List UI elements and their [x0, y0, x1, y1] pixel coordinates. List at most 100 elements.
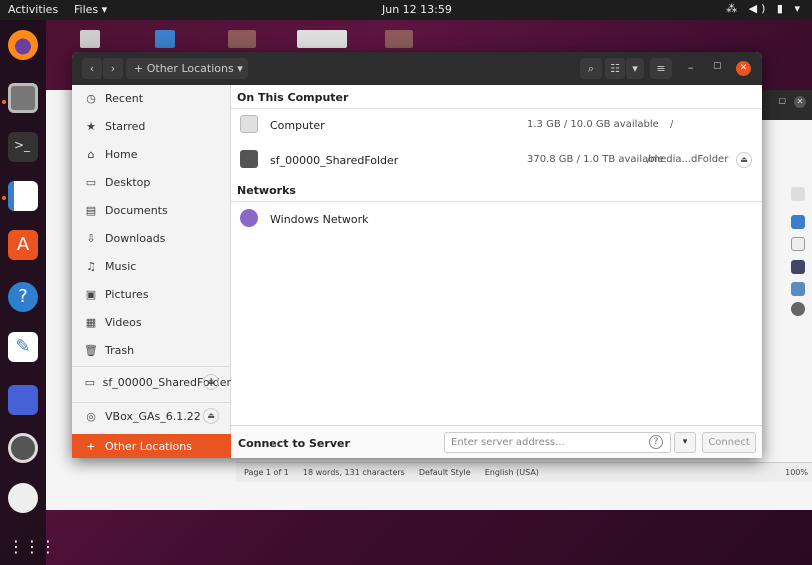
- sidebar-item-pictures[interactable]: ▣ Pictures: [72, 281, 231, 307]
- window-thumbnail: [385, 30, 413, 48]
- sidebar-item-starred[interactable]: ★ Starred: [72, 113, 231, 139]
- location-row[interactable]: Computer 1.3 GB / 10.0 GB available /: [231, 110, 762, 140]
- maximize-icon[interactable]: ▢: [713, 61, 722, 71]
- text-editor-icon[interactable]: ✎: [8, 332, 38, 362]
- files-headerbar: ‹ › + Other Locations ▾ ⌕ ☷ ▾ ≡ – ▢ ✕: [72, 52, 762, 85]
- plus-icon: +: [86, 439, 96, 453]
- location-name: Computer: [270, 119, 325, 132]
- firefox-icon[interactable]: [8, 30, 38, 60]
- location-path-button[interactable]: + Other Locations ▾: [126, 58, 248, 79]
- network-row[interactable]: Windows Network: [231, 204, 762, 234]
- page-icon[interactable]: [791, 237, 805, 251]
- language-status: English (USA): [484, 468, 539, 477]
- forward-button[interactable]: ›: [103, 58, 123, 79]
- running-indicator: [2, 100, 6, 104]
- files-icon[interactable]: [8, 83, 38, 113]
- close-icon[interactable]: ✕: [794, 96, 806, 108]
- help-icon[interactable]: ?: [649, 435, 663, 449]
- clock[interactable]: Jun 12 13:59: [382, 3, 452, 16]
- background-titlebar: ✕ ▢: [756, 90, 812, 120]
- system-tray[interactable]: ⁂ ◀) ▮ ▾: [726, 2, 804, 15]
- close-icon[interactable]: ✕: [736, 61, 751, 76]
- sidebar-item-label: Other Locations: [105, 439, 192, 453]
- window-thumbnail: [80, 30, 100, 48]
- view-toggle-button[interactable]: ☷: [605, 58, 625, 79]
- sidebar-item-home[interactable]: ⌂ Home: [72, 141, 231, 167]
- eject-icon[interactable]: ⏏: [203, 408, 219, 424]
- search-icon: ⌕: [587, 62, 595, 75]
- eject-icon[interactable]: ⏏: [736, 152, 752, 168]
- sidebar-item-label: Videos: [105, 315, 142, 329]
- writer-status-bar: Page 1 of 1 18 words, 131 characters Def…: [236, 462, 812, 482]
- navigator-icon[interactable]: [791, 215, 805, 229]
- software-center-icon[interactable]: A: [8, 230, 38, 260]
- sidebar-device-1[interactable]: ◎ VBox_GAs_6.1.22 ⏏: [72, 403, 231, 429]
- connect-button[interactable]: Connect: [702, 432, 756, 453]
- chevron-down-icon: ▾: [682, 437, 688, 447]
- other-locations-view: On This Computer Computer 1.3 GB / 10.0 G…: [231, 85, 762, 458]
- view-options-button[interactable]: ▾: [626, 58, 644, 79]
- sidebar-item-other-locations[interactable]: + Other Locations: [72, 434, 231, 458]
- disc-icon: ◎: [86, 409, 96, 423]
- trash-icon: 🗑: [84, 343, 98, 357]
- terminal-icon[interactable]: >_: [8, 132, 38, 162]
- music-icon: ♫: [86, 259, 96, 273]
- styles-icon[interactable]: [791, 260, 805, 274]
- network-icon: [240, 209, 258, 227]
- sidebar-divider: [72, 402, 231, 403]
- sidebar-item-trash[interactable]: 🗑 Trash: [72, 337, 231, 363]
- sidebar-item-label: Starred: [105, 119, 146, 133]
- sidebar-item-desktop[interactable]: ▭ Desktop: [72, 169, 231, 195]
- app-menu[interactable]: Files ▾: [74, 3, 107, 16]
- sidebar-item-label: Pictures: [105, 287, 149, 301]
- location-path: /: [670, 119, 674, 130]
- section-on-this-computer: On This Computer: [237, 91, 349, 104]
- sidebar-item-videos[interactable]: ▦ Videos: [72, 309, 231, 335]
- circle-icon[interactable]: [791, 302, 805, 316]
- location-row[interactable]: sf_00000_SharedFolder 370.8 GB / 1.0 TB a…: [231, 145, 762, 175]
- sidebar-item-label: Documents: [105, 203, 168, 217]
- connect-to-server-bar: Connect to Server ? ▾ Connect: [231, 425, 762, 458]
- files-window: ‹ › + Other Locations ▾ ⌕ ☷ ▾ ≡ – ▢ ✕ ◷ R…: [72, 52, 762, 458]
- help-icon[interactable]: ?: [8, 282, 38, 312]
- chevron-down-icon: ▾: [632, 62, 638, 75]
- sidebar-item-downloads[interactable]: ⇩ Downloads: [72, 225, 231, 251]
- home-icon: ⌂: [87, 147, 95, 161]
- location-space: 1.3 GB / 10.0 GB available: [527, 119, 659, 130]
- sidebar-item-label: Desktop: [105, 175, 151, 189]
- drive-icon: ▭: [84, 375, 96, 389]
- image-icon[interactable]: [791, 282, 805, 296]
- sidebar-item-label: Music: [105, 259, 137, 273]
- sidebar-item-documents[interactable]: ▤ Documents: [72, 197, 231, 223]
- settings-icon[interactable]: [8, 433, 38, 463]
- sidebar-item-music[interactable]: ♫ Music: [72, 253, 231, 279]
- maximize-icon[interactable]: ▢: [778, 96, 786, 105]
- hard-disk-icon: [240, 115, 258, 133]
- sidebar-item-label: Trash: [105, 343, 135, 357]
- location-path: /media...dFolder: [647, 154, 729, 165]
- search-button[interactable]: ⌕: [580, 58, 602, 79]
- network-name: Windows Network: [270, 213, 369, 226]
- connect-label: Connect to Server: [238, 437, 350, 450]
- downloads-icon: ⇩: [86, 231, 96, 245]
- minimize-icon[interactable]: –: [688, 61, 694, 74]
- section-networks: Networks: [237, 184, 296, 197]
- writer-icon[interactable]: [8, 181, 38, 211]
- menu-button[interactable]: ≡: [650, 58, 672, 79]
- sidebar-item-label: Downloads: [105, 231, 166, 245]
- eject-icon[interactable]: ⏏: [203, 374, 219, 390]
- server-address-input[interactable]: [444, 432, 671, 453]
- star-icon: ★: [86, 119, 96, 133]
- show-apps-icon[interactable]: ⋮⋮⋮: [8, 532, 56, 562]
- top-bar: Activities Files ▾ Jun 12 13:59 ⁂ ◀) ▮ ▾: [0, 0, 812, 20]
- back-button[interactable]: ‹: [82, 58, 102, 79]
- sidebar-device-0[interactable]: ▭ sf_00000_SharedFolder ⏏: [72, 369, 231, 395]
- disc-icon[interactable]: [8, 483, 38, 513]
- screenshot-icon[interactable]: [8, 385, 38, 415]
- gallery-icon[interactable]: [791, 187, 805, 201]
- sidebar-item-label: Recent: [105, 91, 144, 105]
- activities-button[interactable]: Activities: [8, 3, 58, 16]
- drive-icon: [240, 150, 258, 168]
- recent-servers-dropdown[interactable]: ▾: [674, 432, 696, 453]
- sidebar-item-recent[interactable]: ◷ Recent: [72, 85, 231, 111]
